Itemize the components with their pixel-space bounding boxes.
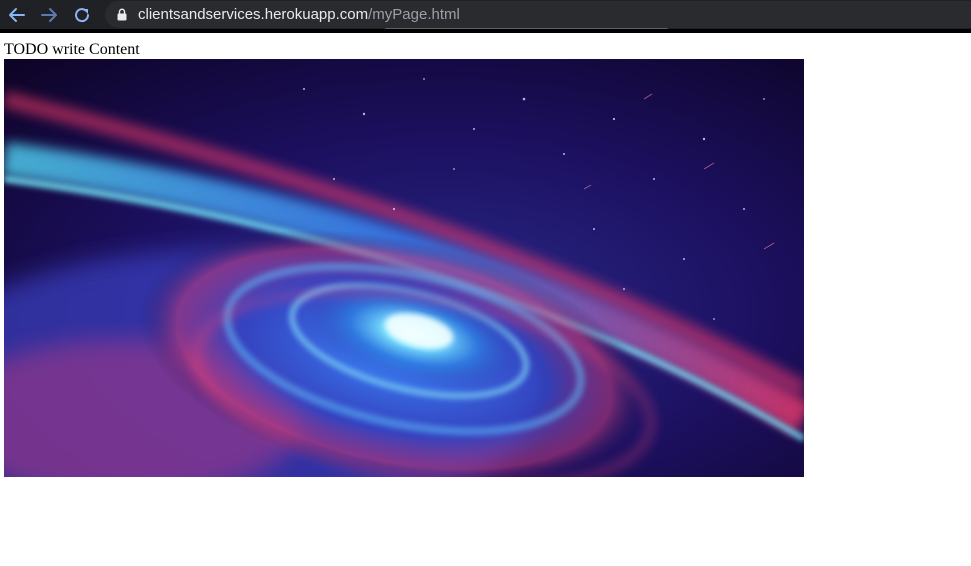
browser-toolbar: clientsandservices.herokuapp.com/myPage.… bbox=[0, 0, 971, 31]
reload-icon bbox=[75, 8, 90, 23]
url-path: /myPage.html bbox=[368, 6, 460, 23]
url-host: clientsandservices.herokuapp.com bbox=[138, 6, 369, 23]
galaxy-image bbox=[4, 59, 804, 477]
forward-button[interactable] bbox=[38, 4, 60, 26]
back-arrow-icon bbox=[9, 8, 25, 22]
address-bar[interactable]: clientsandservices.herokuapp.com/myPage.… bbox=[105, 1, 971, 28]
page-heading-text: TODO write Content bbox=[4, 41, 140, 58]
url-text[interactable]: clientsandservices.herokuapp.com/myPage.… bbox=[138, 6, 460, 23]
lock-icon[interactable] bbox=[117, 8, 127, 21]
back-button[interactable] bbox=[6, 4, 28, 26]
reload-button[interactable] bbox=[71, 4, 93, 26]
toolbar-divider bbox=[0, 29, 971, 33]
forward-arrow-icon bbox=[41, 8, 57, 22]
